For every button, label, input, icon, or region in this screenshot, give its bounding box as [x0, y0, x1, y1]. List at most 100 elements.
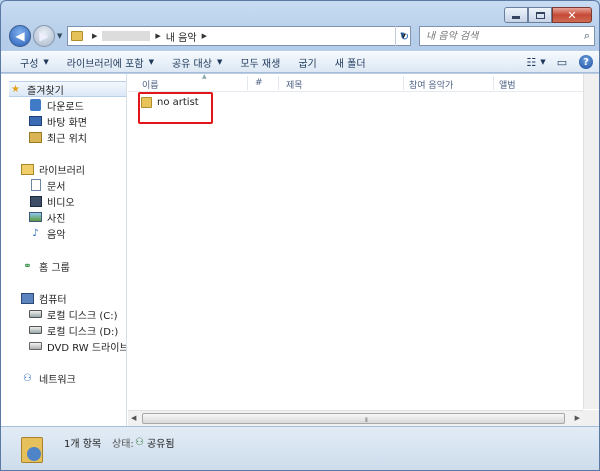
burn-button[interactable]: 굽기: [289, 53, 325, 71]
close-button[interactable]: ✕: [552, 7, 592, 23]
sidebar-item-videos[interactable]: 비디오: [29, 193, 75, 209]
horizontal-scrollbar[interactable]: ◀ ⦀ ▶: [128, 410, 583, 426]
scroll-left-icon[interactable]: ◀: [131, 414, 136, 422]
sidebar-item-drive-c[interactable]: 로컬 디스크 (C:): [29, 306, 118, 322]
refresh-icon: ↻: [399, 29, 410, 43]
command-bar: 구성 ▼ 라이브러리에 포함 ▼ 공유 대상 ▼ 모두 재생 굽기 새 폴더 ☷ ▼ ▭…: [1, 51, 599, 73]
maximize-button[interactable]: [528, 7, 552, 23]
grip-icon: ⦀: [365, 417, 368, 424]
column-label: 앨범: [499, 81, 516, 91]
search-input[interactable]: [426, 30, 576, 42]
forward-button[interactable]: ▶: [33, 25, 55, 47]
sidebar-item-pictures[interactable]: 사진: [29, 209, 65, 225]
search-box[interactable]: ⌕: [419, 26, 595, 46]
sidebar-label: 비디오: [47, 197, 75, 209]
details-pane: 1개 항목 상태: ⚇ 공유됨: [1, 426, 599, 470]
scroll-right-icon[interactable]: ▶: [575, 414, 580, 422]
chevron-down-icon: ▼: [216, 58, 223, 66]
sidebar-item-homegroup[interactable]: ⚭ 홈 그룹: [21, 258, 69, 274]
sidebar-label: 바탕 화면: [47, 117, 87, 129]
computer-icon: [21, 292, 34, 304]
column-divider[interactable]: [493, 76, 494, 90]
sidebar-label: 컴퓨터: [39, 294, 67, 306]
include-in-library-label: 라이브러리에 포함: [66, 58, 144, 70]
sidebar-item-music[interactable]: ♪ 음악: [29, 225, 65, 241]
sidebar-label: 다운로드: [47, 101, 84, 113]
sidebar-item-network[interactable]: ⚇ 네트워크: [21, 370, 76, 386]
homegroup-icon: ⚭: [23, 260, 32, 272]
dvd-drive-icon: [29, 342, 42, 350]
breadcrumb-separator-icon[interactable]: ▶: [202, 32, 207, 40]
column-divider[interactable]: [403, 76, 404, 90]
chevron-down-icon: ▼: [148, 58, 154, 66]
video-icon: [29, 195, 42, 207]
sidebar-item-libraries[interactable]: 라이브러리: [21, 161, 85, 177]
sidebar-label: 로컬 디스크 (D:): [47, 326, 119, 338]
sidebar-item-drive-d[interactable]: 로컬 디스크 (D:): [29, 322, 118, 338]
hard-drive-icon: [29, 326, 42, 334]
scrollbar-corner: [583, 410, 599, 426]
sidebar-item-dvd-drive[interactable]: DVD RW 드라이브 (: [29, 338, 126, 354]
close-icon: ✕: [567, 8, 577, 22]
sidebar-item-recent-places[interactable]: 최근 위치: [29, 129, 87, 145]
new-folder-button[interactable]: 새 폴더: [326, 53, 375, 71]
network-icon: ⚇: [23, 372, 32, 384]
annotation-highlight-box: [138, 92, 213, 124]
include-in-library-button[interactable]: 라이브러리에 포함 ▼: [58, 53, 163, 71]
music-note-icon: ♪: [32, 227, 39, 239]
column-artists[interactable]: 참여 음악가: [409, 78, 453, 91]
refresh-button[interactable]: ↻: [395, 26, 413, 46]
content-area: ★ 즐겨찾기 다운로드 바탕 화면 최근 위치 라이브러리 문서 비디오 사진: [1, 73, 599, 426]
change-view-button[interactable]: ☷ ▼: [526, 54, 546, 70]
column-label: #: [255, 78, 263, 88]
file-list: 이름 ▲ # 제목 참여 음악가 앨범 no artist ◀ ⦀ ▶: [128, 73, 599, 426]
address-bar[interactable]: ▶ ▶ 내 음악 ▶ ▼: [67, 26, 411, 46]
burn-label: 굽기: [298, 58, 317, 70]
column-title[interactable]: 제목: [286, 78, 303, 91]
sidebar-item-documents[interactable]: 문서: [29, 177, 65, 193]
share-with-button[interactable]: 공유 대상 ▼: [163, 53, 231, 71]
column-divider[interactable]: [247, 76, 248, 90]
sidebar-label: 로컬 디스크 (C:): [47, 310, 118, 322]
back-button[interactable]: ◀: [9, 25, 31, 47]
preview-pane-button[interactable]: ▭: [553, 54, 571, 70]
hard-drive-icon: [29, 310, 42, 318]
recent-pages-dropdown[interactable]: ▼: [57, 32, 62, 40]
breadcrumb-separator-icon[interactable]: ▶: [155, 32, 160, 40]
new-folder-label: 새 폴더: [334, 58, 366, 70]
state-label: 상태:: [112, 439, 134, 450]
picture-icon: [29, 212, 42, 222]
column-label: 제목: [286, 81, 303, 91]
star-icon: ★: [11, 83, 20, 95]
column-album[interactable]: 앨범: [499, 78, 516, 91]
navigation-row: ◀ ▶ ▼ ▶ ▶ 내 음악 ▶ ▼ ↻ ⌕: [7, 23, 595, 49]
column-name[interactable]: 이름 ▲: [142, 73, 207, 91]
sort-arrow-icon: ▲: [202, 73, 207, 80]
breadcrumb-current[interactable]: 내 음악: [166, 29, 197, 44]
minimize-icon: [512, 16, 520, 19]
vertical-scrollbar[interactable]: [583, 74, 599, 409]
downloads-icon: [30, 99, 41, 111]
maximize-icon: [535, 11, 545, 19]
sidebar-item-computer[interactable]: 컴퓨터: [21, 290, 67, 306]
sidebar-label: 즐겨찾기: [27, 85, 64, 97]
column-header-row: 이름 ▲ # 제목 참여 음악가 앨범: [128, 73, 583, 92]
sidebar-item-downloads[interactable]: 다운로드: [29, 97, 84, 113]
chevron-down-icon: ▼: [540, 58, 546, 66]
scroll-thumb[interactable]: ⦀: [142, 413, 565, 424]
column-number[interactable]: #: [255, 78, 263, 88]
breadcrumb-separator-icon[interactable]: ▶: [92, 32, 97, 40]
desktop-icon: [29, 116, 42, 126]
search-icon[interactable]: ⌕: [584, 29, 590, 43]
play-all-label: 모두 재생: [240, 58, 281, 70]
column-divider[interactable]: [278, 76, 279, 90]
sidebar-item-favorites[interactable]: ★ 즐겨찾기: [9, 81, 126, 97]
sidebar-item-desktop[interactable]: 바탕 화면: [29, 113, 87, 129]
organize-button[interactable]: 구성 ▼: [11, 53, 58, 71]
music-library-icon: [21, 433, 45, 463]
minimize-button[interactable]: [504, 7, 528, 23]
share-with-label: 공유 대상: [171, 58, 212, 70]
help-icon[interactable]: ?: [579, 55, 593, 69]
redacted-breadcrumb[interactable]: [102, 31, 151, 41]
play-all-button[interactable]: 모두 재생: [231, 53, 289, 71]
